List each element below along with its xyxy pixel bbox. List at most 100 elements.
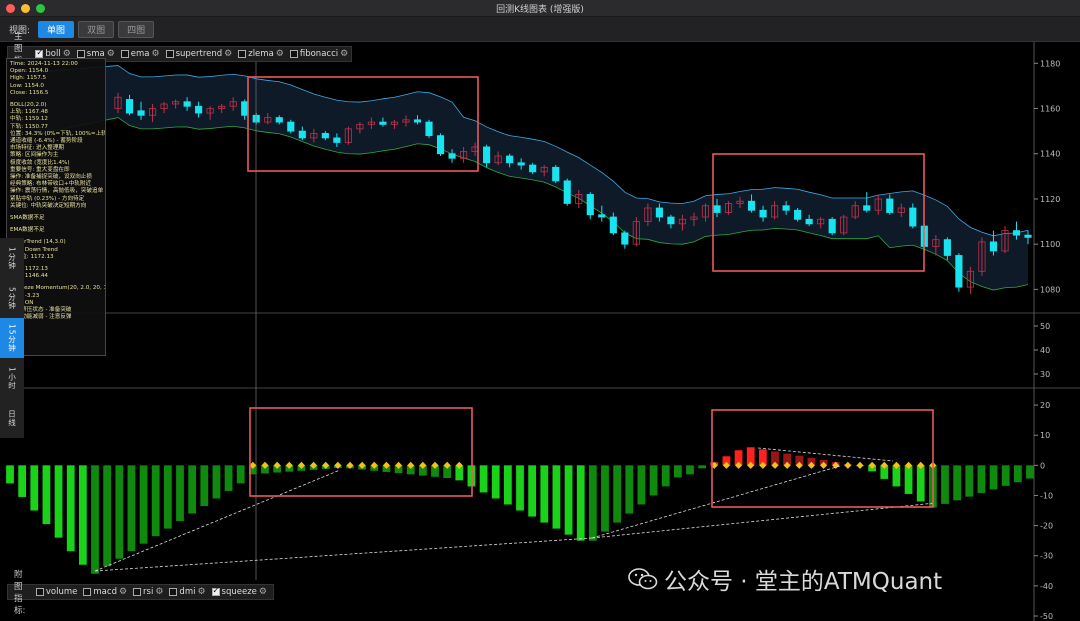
price-tick-label: 1160 bbox=[1040, 105, 1060, 114]
gear-icon[interactable]: ⚙ bbox=[276, 49, 284, 59]
candle-body-down bbox=[529, 164, 537, 173]
timeframe-1m[interactable]: 1分钟 bbox=[0, 238, 24, 278]
view-single-button[interactable]: 单图 bbox=[38, 20, 75, 38]
price-tick-label: 1120 bbox=[1040, 195, 1060, 204]
candle-body-down bbox=[782, 205, 790, 211]
close-window-button[interactable] bbox=[6, 4, 15, 13]
candle-body-down bbox=[483, 146, 491, 164]
indicator-toggle-zlema[interactable]: zlema ⚙ bbox=[238, 49, 284, 59]
window-controls[interactable] bbox=[6, 4, 45, 13]
candle-body-down bbox=[713, 205, 721, 213]
view-double-button[interactable]: 双图 bbox=[78, 20, 115, 38]
indicator-toggle-ema[interactable]: ema ⚙ bbox=[120, 49, 160, 59]
squeeze-bar-negative bbox=[516, 465, 524, 511]
indicator-toggle-fibonacci[interactable]: fibonacci ⚙ bbox=[289, 49, 348, 59]
squeeze-bar-negative bbox=[916, 465, 925, 502]
checkbox-rsi[interactable] bbox=[133, 588, 142, 596]
candle-body-down bbox=[321, 132, 329, 139]
candle-body-down bbox=[563, 180, 571, 204]
candle-body-down bbox=[943, 239, 951, 256]
info-line: Time: 2024-11-13 22:00 bbox=[10, 61, 78, 67]
candle-body-down bbox=[517, 162, 525, 166]
indicator-label: ema bbox=[130, 49, 150, 59]
gear-icon[interactable]: ⚙ bbox=[340, 49, 348, 59]
squeeze-bar-negative bbox=[188, 465, 197, 514]
timeframe-selector: 1分钟 5分钟 15分钟 1小时 日线 bbox=[0, 238, 24, 438]
info-line: 位置: 34.3% (0%=下轨, 100%=上轨) bbox=[10, 130, 106, 137]
indicator-toggle-dmi[interactable]: dmi ⚙ bbox=[169, 587, 206, 597]
watermark: 公众号 · 堂主的ATMQuant bbox=[628, 562, 942, 596]
indicator-toggle-supertrend[interactable]: supertrend ⚙ bbox=[165, 49, 232, 59]
squeeze-bar-negative bbox=[977, 465, 986, 494]
squeeze-bar-negative bbox=[66, 465, 75, 552]
indicator-toggle-squeeze[interactable]: squeeze⚙ bbox=[211, 586, 267, 597]
timeframe-15m[interactable]: 15分钟 bbox=[0, 318, 24, 358]
squeeze-bar-negative bbox=[953, 465, 962, 501]
squeeze-bar-negative bbox=[224, 465, 233, 491]
checkbox-zlema[interactable] bbox=[238, 50, 247, 58]
squeeze-bar-negative bbox=[540, 465, 549, 523]
gear-icon[interactable]: ⚙ bbox=[151, 49, 159, 59]
timeframe-1h[interactable]: 1小时 bbox=[0, 358, 24, 398]
checkbox-dmi[interactable] bbox=[169, 588, 178, 596]
squeeze-bar-negative bbox=[588, 465, 597, 541]
checkbox-boll[interactable] bbox=[35, 48, 44, 58]
gear-icon[interactable]: ⚙ bbox=[197, 587, 205, 597]
wechat-icon bbox=[628, 568, 658, 590]
checkbox-supertrend[interactable] bbox=[165, 50, 174, 58]
squeeze-bar-negative bbox=[54, 465, 63, 538]
indicator-label: squeeze bbox=[221, 587, 257, 597]
highlight-box bbox=[249, 407, 473, 497]
indicator-label: zlema bbox=[248, 49, 274, 59]
checkbox-volume[interactable] bbox=[35, 588, 44, 596]
window-titlebar: 回测K线图表 (增强版) bbox=[0, 0, 1080, 17]
candle-body-down bbox=[1024, 234, 1032, 238]
candle-body-down bbox=[425, 121, 433, 137]
zoom-window-button[interactable] bbox=[36, 4, 45, 13]
highlight-box bbox=[711, 409, 934, 508]
checkbox-squeeze[interactable] bbox=[211, 586, 220, 596]
sub-indicator-bar: 附图指标: volume macd⚙ rsi⚙ dmi⚙ squeeze⚙ bbox=[7, 570, 274, 616]
indicator-label: dmi bbox=[179, 587, 196, 597]
squeeze-bar-negative bbox=[200, 465, 209, 507]
sub-tick-label: -10 bbox=[1040, 491, 1053, 500]
gear-icon[interactable]: ⚙ bbox=[259, 587, 267, 597]
gear-icon[interactable]: ⚙ bbox=[224, 49, 232, 59]
candle-body-down bbox=[379, 121, 387, 125]
candle-body-down bbox=[413, 119, 422, 123]
indicator-label: fibonacci bbox=[299, 49, 339, 59]
indicator-toggle-volume[interactable]: volume bbox=[35, 587, 78, 597]
candle-body-down bbox=[241, 101, 249, 116]
candle-body-down bbox=[137, 110, 145, 116]
price-tick-label: 1140 bbox=[1040, 150, 1060, 159]
gear-icon[interactable]: ⚙ bbox=[119, 587, 127, 597]
squeeze-bar-negative bbox=[698, 465, 707, 469]
checkbox-fibonacci[interactable] bbox=[289, 50, 298, 58]
info-line: 下轨: 1150.77 bbox=[10, 123, 48, 130]
info-line: 关键位: 中轨突破决定短期方向 bbox=[10, 202, 87, 209]
checkbox-sma[interactable] bbox=[76, 50, 85, 58]
kline-chart[interactable]: 1180 1160 1140 1120 1100 1080 50 40 30 20 10 0 -10 -2… bbox=[0, 42, 1080, 621]
sub-indicator-label: 附图指标: bbox=[14, 570, 26, 616]
gear-icon[interactable]: ⚙ bbox=[155, 587, 163, 597]
candle-body-down bbox=[598, 214, 606, 218]
indicator-toggle-macd[interactable]: macd ⚙ bbox=[83, 587, 127, 597]
squeeze-bar-negative bbox=[18, 465, 27, 497]
timeframe-1d[interactable]: 日线 bbox=[0, 398, 24, 438]
view-quad-button[interactable]: 四图 bbox=[118, 20, 155, 38]
squeeze-bar-negative bbox=[78, 465, 87, 565]
divergence-line bbox=[591, 502, 936, 539]
checkbox-ema[interactable] bbox=[120, 50, 129, 58]
indicator-label: volume bbox=[45, 587, 78, 597]
squeeze-bar-negative bbox=[115, 465, 124, 559]
timeframe-5m[interactable]: 5分钟 bbox=[0, 278, 24, 318]
squeeze-bar-negative bbox=[42, 465, 51, 525]
candle-body-down bbox=[436, 135, 445, 155]
mid-tick-label: 30 bbox=[1040, 370, 1050, 379]
gear-icon[interactable]: ⚙ bbox=[107, 49, 115, 59]
minimize-window-button[interactable] bbox=[21, 4, 30, 13]
indicator-toggle-rsi[interactable]: rsi ⚙ bbox=[133, 587, 163, 597]
candle-body-down bbox=[1012, 230, 1021, 236]
squeeze-bar-negative bbox=[673, 465, 682, 478]
checkbox-macd[interactable] bbox=[83, 588, 92, 596]
